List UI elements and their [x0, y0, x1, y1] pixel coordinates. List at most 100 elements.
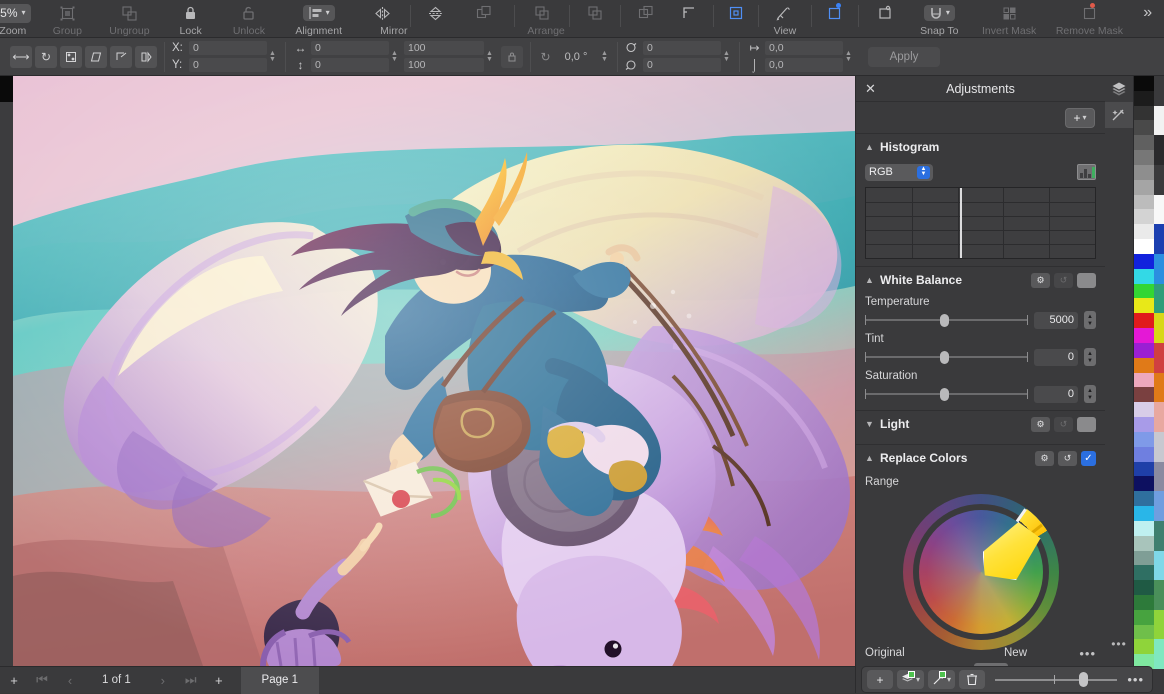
swatch[interactable]: [1154, 76, 1164, 106]
height-input[interactable]: 0: [311, 58, 389, 72]
swatch[interactable]: [1134, 298, 1155, 313]
tool-node[interactable]: [0, 102, 13, 128]
rail-more-icon[interactable]: •••: [1105, 637, 1133, 651]
swatch[interactable]: [1154, 432, 1164, 462]
swatch[interactable]: [1134, 91, 1155, 106]
tool-text[interactable]: [0, 466, 13, 492]
swatch[interactable]: [1134, 639, 1155, 654]
swatch[interactable]: [1154, 195, 1164, 225]
zoom-dropdown[interactable]: 5% ▾: [0, 4, 31, 23]
swatch[interactable]: [1134, 343, 1155, 358]
zoom-value-wrap[interactable]: 5% ▾: [0, 2, 31, 24]
size-stepper[interactable]: ▲▼: [389, 42, 400, 72]
swatch[interactable]: [1134, 610, 1155, 625]
remove-mask-button[interactable]: Remove Mask: [1047, 0, 1131, 38]
swatch[interactable]: [1154, 284, 1164, 314]
alignment-dropdown[interactable]: ▾: [303, 5, 335, 21]
enable-toggle[interactable]: [1077, 417, 1096, 432]
histogram-graph[interactable]: [865, 187, 1096, 259]
tool-pen[interactable]: [0, 414, 13, 440]
snap-to-dropdown[interactable]: ▾: [924, 5, 955, 21]
snap-to-icon-wrap[interactable]: ▾: [924, 2, 955, 24]
distort-tool-button[interactable]: [110, 46, 132, 68]
apply-button[interactable]: Apply: [868, 47, 940, 67]
temperature-stepper[interactable]: ▲▼: [1084, 311, 1096, 329]
swatch[interactable]: [1134, 284, 1155, 299]
tool-erase-brush[interactable]: [0, 232, 13, 258]
swatch[interactable]: [1134, 269, 1155, 284]
histogram-view-toggle-icon[interactable]: [1077, 164, 1096, 180]
offset-stepper[interactable]: ▲▼: [843, 42, 854, 72]
ungroup-button[interactable]: Ungroup: [97, 0, 162, 38]
swatch[interactable]: [1154, 402, 1164, 432]
section-header-replace-colors[interactable]: ▲ Replace Colors ⚙ ↺ ✓: [856, 445, 1105, 471]
tool-flood-select[interactable]: [0, 180, 13, 206]
swatch[interactable]: [1134, 76, 1155, 91]
swatch[interactable]: [1134, 239, 1155, 254]
arrange-backward-button[interactable]: [573, 0, 617, 38]
swatch[interactable]: [1154, 254, 1164, 284]
tool-paint-brush[interactable]: [0, 206, 13, 232]
swatch-palette-secondary[interactable]: [1154, 76, 1164, 669]
saturation-slider[interactable]: [865, 386, 1028, 402]
saturation-input[interactable]: 0: [1034, 386, 1078, 403]
swatch[interactable]: [1134, 165, 1155, 180]
enable-toggle[interactable]: [1077, 273, 1096, 288]
swatch[interactable]: [1154, 580, 1164, 610]
add-layer-button[interactable]: +: [867, 670, 893, 689]
tool-clone-brush[interactable]: [0, 258, 13, 284]
tool-color-picker[interactable]: [0, 492, 13, 518]
next-page-button[interactable]: ›: [149, 667, 177, 694]
rotate-tool-button[interactable]: ↻: [35, 46, 57, 68]
swatch[interactable]: [1134, 135, 1155, 150]
swatch[interactable]: [1134, 120, 1155, 135]
rotation-input[interactable]: 0,0 °: [553, 51, 599, 63]
show-bounds-button[interactable]: [717, 0, 755, 38]
last-page-button[interactable]: ⏭: [177, 667, 205, 694]
unlock-button[interactable]: Unlock: [219, 0, 278, 38]
tool-shape[interactable]: [0, 440, 13, 466]
reset-icon[interactable]: ↺: [1054, 273, 1073, 288]
swatch[interactable]: [1134, 328, 1155, 343]
swatch[interactable]: [1134, 462, 1155, 477]
page-tab[interactable]: Page 1: [241, 667, 319, 694]
zoom-control[interactable]: 5% ▾ Zoom: [0, 0, 38, 38]
shear-stepper[interactable]: ▲▼: [721, 42, 732, 72]
swatch[interactable]: [1134, 521, 1155, 536]
swatch[interactable]: [1134, 565, 1155, 580]
section-header-histogram[interactable]: ▲ Histogram: [856, 134, 1105, 160]
size-percent-stepper[interactable]: ▲▼: [484, 42, 495, 72]
swatch[interactable]: [1134, 595, 1155, 610]
swatch[interactable]: [1154, 373, 1164, 403]
swatch[interactable]: [1134, 506, 1155, 521]
swatch[interactable]: [1134, 195, 1155, 210]
tool-move[interactable]: [0, 76, 13, 102]
first-page-button[interactable]: ⏮: [28, 667, 56, 694]
swatch[interactable]: [1134, 402, 1155, 417]
scale-tool-button[interactable]: [60, 46, 82, 68]
shear-x-input[interactable]: 0: [643, 41, 721, 55]
group-button[interactable]: Group: [38, 0, 97, 38]
offset-x-input[interactable]: 0,0: [765, 41, 843, 55]
section-header-light[interactable]: ▼ Light ⚙ ↺: [856, 411, 1105, 437]
more-options-icon[interactable]: •••: [1127, 672, 1147, 687]
swatch-palette-primary[interactable]: [1133, 76, 1154, 669]
tool-dodge-brush[interactable]: [0, 284, 13, 310]
swatch[interactable]: [1134, 224, 1155, 239]
more-options-icon[interactable]: •••: [1079, 646, 1096, 661]
swatch[interactable]: [1154, 639, 1164, 669]
swatch[interactable]: [1154, 224, 1164, 254]
swatch[interactable]: [1154, 521, 1164, 551]
reset-icon[interactable]: ↺: [1058, 451, 1077, 466]
gear-icon[interactable]: ⚙: [1031, 417, 1050, 432]
add-page-button-right[interactable]: +: [205, 667, 233, 694]
swatch[interactable]: [1134, 387, 1155, 402]
move-handle-icon[interactable]: ⟷: [10, 46, 32, 68]
saturation-stepper[interactable]: ▲▼: [1084, 385, 1096, 403]
reset-icon[interactable]: ↺: [1054, 417, 1073, 432]
width-percent-input[interactable]: 100: [404, 41, 484, 55]
histogram-channel-select[interactable]: RGB ▲▼: [865, 164, 933, 181]
view-button[interactable]: View: [762, 0, 808, 38]
tint-stepper[interactable]: ▲▼: [1084, 348, 1096, 366]
swatch[interactable]: [1154, 106, 1164, 136]
